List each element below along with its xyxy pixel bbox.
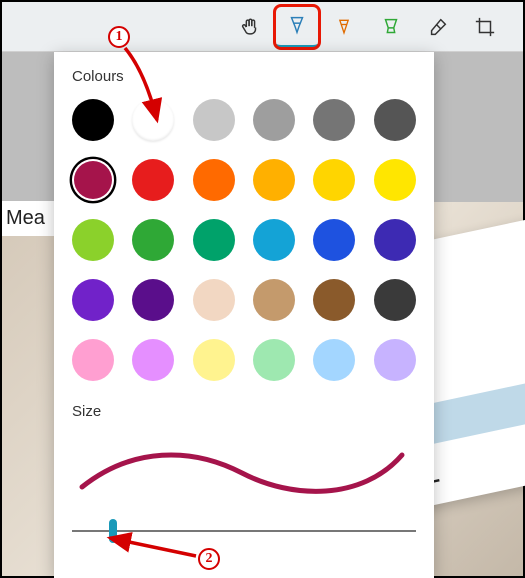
slider-thumb[interactable] [109, 519, 117, 543]
color-swatch[interactable] [193, 219, 235, 261]
color-swatch[interactable] [313, 99, 355, 141]
color-size-popup: Colours Size [54, 52, 434, 578]
color-swatch[interactable] [374, 279, 416, 321]
color-swatch[interactable] [374, 99, 416, 141]
pencil-tool[interactable] [322, 6, 366, 48]
size-slider[interactable] [72, 516, 416, 546]
size-title: Size [72, 403, 416, 420]
color-swatch[interactable] [72, 159, 114, 201]
color-swatch[interactable] [253, 279, 295, 321]
color-swatch[interactable] [313, 159, 355, 201]
color-swatch[interactable] [253, 99, 295, 141]
pen-tool[interactable] [275, 6, 319, 48]
color-swatch[interactable] [193, 279, 235, 321]
color-swatch[interactable] [313, 279, 355, 321]
color-swatch[interactable] [193, 99, 235, 141]
crop-tool[interactable] [463, 6, 507, 48]
color-swatch[interactable] [374, 159, 416, 201]
color-swatch[interactable] [132, 219, 174, 261]
color-swatch[interactable] [72, 279, 114, 321]
color-swatch[interactable] [132, 279, 174, 321]
color-swatch[interactable] [374, 219, 416, 261]
color-swatch[interactable] [313, 219, 355, 261]
color-swatch[interactable] [253, 219, 295, 261]
color-swatch[interactable] [253, 159, 295, 201]
color-swatch[interactable] [313, 339, 355, 381]
color-swatch[interactable] [72, 339, 114, 381]
color-swatch[interactable] [72, 219, 114, 261]
size-preview [72, 434, 416, 504]
color-swatch[interactable] [132, 159, 174, 201]
color-swatch[interactable] [193, 339, 235, 381]
page-label: Mea [2, 201, 55, 236]
annotation-toolbar [2, 2, 523, 52]
highlighter-tool[interactable] [369, 6, 413, 48]
colors-title: Colours [72, 68, 416, 85]
color-swatch[interactable] [374, 339, 416, 381]
color-swatch[interactable] [132, 339, 174, 381]
hand-tool[interactable] [228, 6, 272, 48]
color-grid [72, 99, 416, 381]
color-swatch[interactable] [132, 99, 174, 141]
color-swatch[interactable] [72, 99, 114, 141]
eraser-tool[interactable] [416, 6, 460, 48]
color-swatch[interactable] [193, 159, 235, 201]
slider-track [72, 530, 416, 532]
color-swatch[interactable] [253, 339, 295, 381]
